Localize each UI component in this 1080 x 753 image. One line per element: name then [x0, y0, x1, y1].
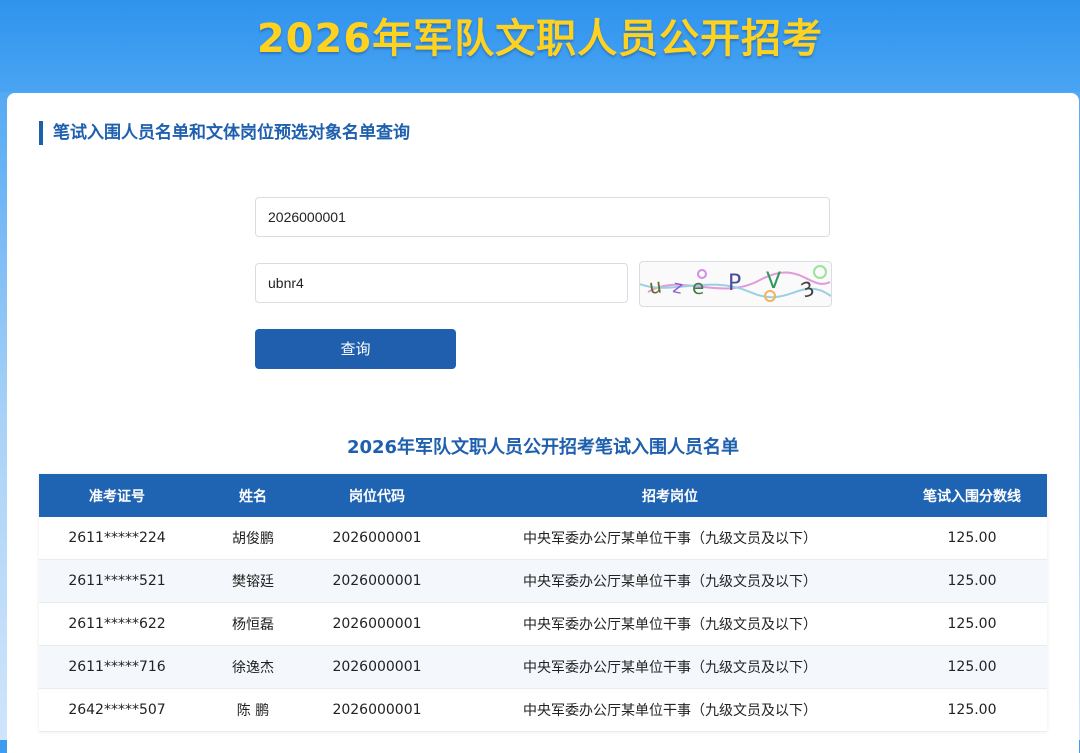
captcha-graphic: u z e P V 3 — [640, 265, 831, 303]
cell-exam-number: 2611*****521 — [39, 559, 195, 603]
svg-text:e: e — [692, 275, 704, 299]
svg-text:P: P — [728, 271, 741, 296]
cell-position: 中央军委办公厅某单位干事（九级文员及以下） — [443, 602, 897, 646]
header-exam-number: 准考证号 — [39, 474, 195, 517]
cell-position: 中央军委办公厅某单位干事（九级文员及以下） — [443, 645, 897, 689]
svg-text:u: u — [647, 273, 663, 299]
captcha-image[interactable]: u z e P V 3 — [639, 261, 832, 307]
cell-exam-number: 2642*****507 — [39, 688, 195, 732]
table-row: 2642*****507 陈 鹏 2026000001 中央军委办公厅某单位干事… — [39, 688, 1047, 732]
captcha-input[interactable]: ubnr4 — [255, 263, 628, 303]
cell-position: 中央军委办公厅某单位干事（九级文员及以下） — [443, 559, 897, 603]
cell-name: 樊镕廷 — [195, 559, 311, 603]
header-score-line: 笔试入围分数线 — [897, 474, 1047, 517]
main-panel: 笔试入围人员名单和文体岗位预选对象名单查询 2026000001 ubnr4 u… — [7, 93, 1079, 753]
section-title: 笔试入围人员名单和文体岗位预选对象名单查询 — [39, 121, 410, 145]
cell-exam-number: 2611*****622 — [39, 602, 195, 646]
cell-name: 陈 鹏 — [195, 688, 311, 732]
table-row: 2611*****224 胡俊鹏 2026000001 中央军委办公厅某单位干事… — [39, 517, 1047, 560]
top-banner: 2026年军队文职人员公开招考 — [0, 0, 1080, 92]
svg-text:z: z — [671, 276, 685, 299]
cell-score-line: 125.00 — [897, 688, 1047, 732]
cell-position: 中央军委办公厅某单位干事（九级文员及以下） — [443, 517, 897, 560]
cell-name: 胡俊鹏 — [195, 517, 311, 560]
cell-exam-number: 2611*****716 — [39, 645, 195, 689]
table-header-row: 准考证号 姓名 岗位代码 招考岗位 笔试入围分数线 — [39, 474, 1047, 517]
cell-position-code: 2026000001 — [311, 645, 443, 689]
cell-score-line: 125.00 — [897, 517, 1047, 560]
header-name: 姓名 — [195, 474, 311, 517]
cell-position-code: 2026000001 — [311, 517, 443, 560]
cell-position-code: 2026000001 — [311, 688, 443, 732]
list-title: 2026年军队文职人员公开招考笔试入围人员名单 — [346, 437, 740, 458]
header-position: 招考岗位 — [443, 474, 897, 517]
header-position-code: 岗位代码 — [311, 474, 443, 517]
cell-score-line: 125.00 — [897, 559, 1047, 603]
site-title: 2026年军队文职人员公开招考 — [256, 16, 824, 62]
cell-position: 中央军委办公厅某单位干事（九级文员及以下） — [443, 688, 897, 732]
svg-text:V: V — [766, 269, 781, 294]
cell-exam-number: 2611*****224 — [39, 517, 195, 560]
table-row: 2611*****716 徐逸杰 2026000001 中央军委办公厅某单位干事… — [39, 645, 1047, 689]
exam-id-input[interactable]: 2026000001 — [255, 197, 830, 237]
table-row: 2611*****521 樊镕廷 2026000001 中央军委办公厅某单位干事… — [39, 559, 1047, 603]
cell-position-code: 2026000001 — [311, 602, 443, 646]
cell-position-code: 2026000001 — [311, 559, 443, 603]
cell-name: 徐逸杰 — [195, 645, 311, 689]
query-button[interactable]: 查询 — [255, 329, 456, 369]
cell-score-line: 125.00 — [897, 645, 1047, 689]
cell-name: 杨恒磊 — [195, 602, 311, 646]
table-row: 2611*****622 杨恒磊 2026000001 中央军委办公厅某单位干事… — [39, 602, 1047, 646]
results-table: 准考证号 姓名 岗位代码 招考岗位 笔试入围分数线 2611*****224 胡… — [39, 474, 1047, 732]
cell-score-line: 125.00 — [897, 602, 1047, 646]
